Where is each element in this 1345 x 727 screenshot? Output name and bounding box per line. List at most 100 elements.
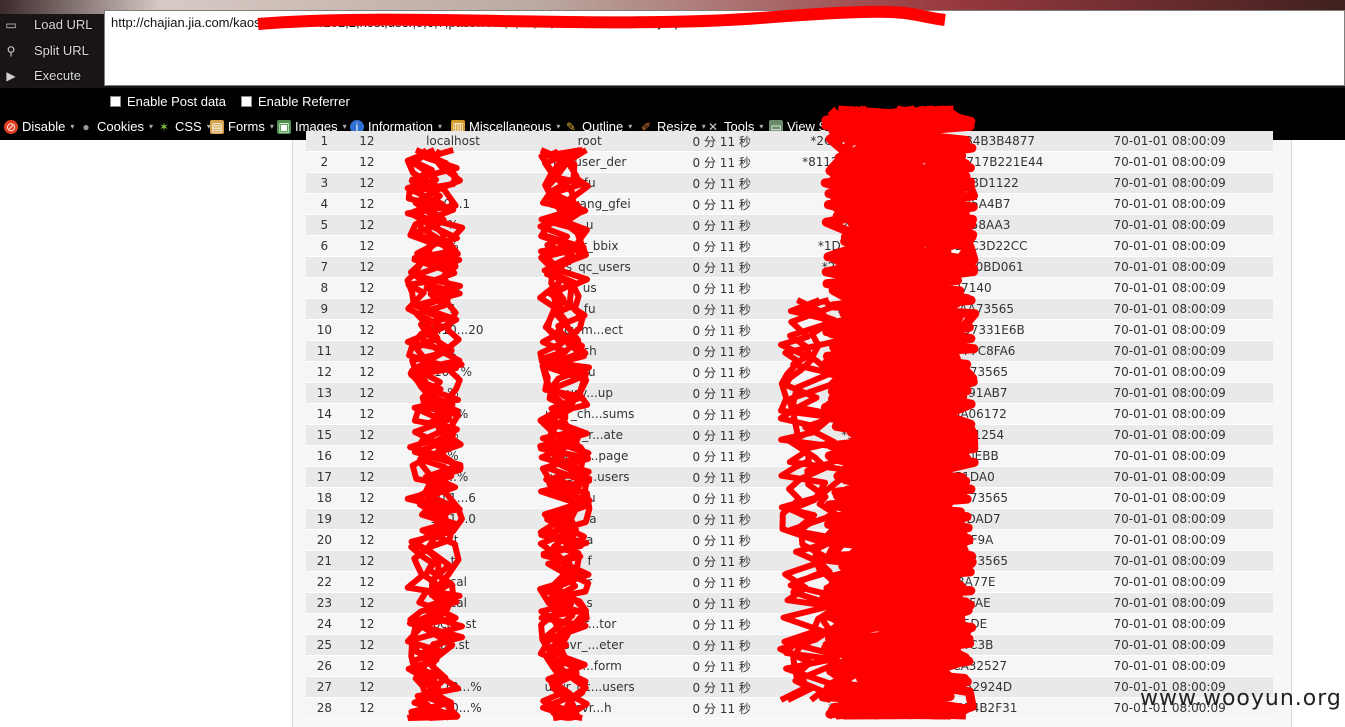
referrer-label: Enable Referrer <box>258 94 350 109</box>
chevron-down-icon: ▾ <box>628 122 633 131</box>
table-row: 24 12 loca...st usvr...tor 0 分 11 秒 *...5770.… <box>306 613 1273 635</box>
cell-pw: *E2...30...CB3482BA77E <box>779 571 1067 593</box>
cell-date: 70-01-01 08:00:09 <box>1066 445 1273 467</box>
table-row: 28 12 10.10...% usvr...h 0 分 11 秒 *B011CA8D..… <box>306 697 1273 719</box>
table-row: 4 12 10...1 un_wang_gfei 0 分 11 秒 *425BDFB37.… <box>306 193 1273 215</box>
cell-id: 28 <box>306 697 343 719</box>
url-textarea[interactable]: http://chajian.jia.com/kaosl... select%2… <box>104 10 1345 86</box>
cell-n: 12 <box>342 676 391 698</box>
cell-pw: *811C6D3C...87D3CA32527 <box>779 655 1067 677</box>
cell-time: 0 分 11 秒 <box>664 298 780 320</box>
cell-time: 0 分 11 秒 <box>664 172 780 194</box>
enable-referrer-checkbox[interactable]: Enable Referrer <box>241 94 350 109</box>
cell-time: 0 分 11 秒 <box>664 592 780 614</box>
enable-post-data-checkbox[interactable]: Enable Post data <box>110 94 226 109</box>
cell-time: 0 分 11 秒 <box>664 235 780 257</box>
cell-id: 18 <box>306 487 343 509</box>
table-row: 22 12 local r 0 分 11 秒 *E2...30...CB3482BA77E… <box>306 571 1273 593</box>
cell-pw: *DB...2...95106937140 <box>779 277 1067 299</box>
cell-id: 4 <box>306 193 343 215</box>
cell-user: uws_qc_users <box>515 256 665 278</box>
cell-user: usvr_qc...users <box>515 676 665 698</box>
cell-n: 12 <box>342 256 391 278</box>
cell-id: 22 <box>306 571 343 593</box>
cell-pw: *1D...49388EA3...F90820C3D22CC <box>779 235 1067 257</box>
table-row: 2 12 un_user_der 0 分 11 秒 *81128B202F0AB...6… <box>306 151 1273 173</box>
toolbar-cookies[interactable]: ● Cookies ▾ <box>79 119 153 134</box>
post-data-checkbox-box[interactable] <box>110 96 121 107</box>
load-url-button[interactable]: ▭ Load URL <box>0 12 104 38</box>
page-content: 1 12 localhost root 0 分 11 秒 *2C2E101F1302E0.… <box>0 131 1345 727</box>
cell-n: 12 <box>342 361 391 383</box>
cell-pw: *3...6399A...9D824DB1254 <box>779 424 1067 446</box>
cell-time: 0 分 11 秒 <box>664 403 780 425</box>
cell-n: 12 <box>342 298 391 320</box>
cell-host: 10.10...% <box>390 676 516 698</box>
cell-date: 70-01-01 08:00:09 <box>1066 466 1273 488</box>
cell-id: 11 <box>306 340 343 362</box>
cell-pw: *28...4C41799...B21E9D70BD061 <box>779 256 1067 278</box>
cell-pw: *425BDFB37...B6648D5A4B7 <box>779 193 1067 215</box>
table-row: 27 12 10.10...% usvr_qc...users 0 分 11 秒 *...… <box>306 676 1273 698</box>
cell-user: f <box>515 550 665 572</box>
cell-user: r <box>515 571 665 593</box>
toolbar-disable[interactable]: ⊘ Disable ▾ <box>4 119 74 134</box>
wooyun-watermark: www.wooyun.org <box>1140 686 1342 711</box>
cell-user: ch <box>515 340 665 362</box>
cell-pw: *FD...C223E...79CBAA73565 <box>779 487 1067 509</box>
cell-n: 12 <box>342 550 391 572</box>
image-icon: ▣ <box>277 119 291 134</box>
cell-id: 8 <box>306 277 343 299</box>
cell-n: 12 <box>342 634 391 656</box>
cell-time: 0 分 11 秒 <box>664 634 780 656</box>
table-row: 26 12 usvr...form 0 分 11 秒 *811C6D3C...87D3C… <box>306 655 1273 677</box>
no-entry-icon: ⊘ <box>4 119 18 134</box>
cell-date: 70-01-01 08:00:09 <box>1066 361 1273 383</box>
cell-time: 0 分 11 秒 <box>664 319 780 341</box>
cell-time: 0 分 11 秒 <box>664 508 780 530</box>
cell-date: 70-01-01 08:00:09 <box>1066 403 1273 425</box>
chevron-down-icon: ▾ <box>342 122 347 131</box>
cell-pw: *43...794...3405BC6DAD7 <box>779 508 1067 530</box>
execute-button[interactable]: ▶ Execute <box>0 63 104 88</box>
cell-time: 0 分 11 秒 <box>664 277 780 299</box>
cell-n: 12 <box>342 382 391 404</box>
cell-n: 12 <box>342 214 391 236</box>
cell-time: 0 分 11 秒 <box>664 340 780 362</box>
execute-icon: ▶ <box>6 69 16 83</box>
cell-host: 10.1...6 <box>390 487 516 509</box>
cell-date: 70-01-01 08:00:09 <box>1066 592 1273 614</box>
cell-id: 23 <box>306 592 343 614</box>
chevron-down-icon: ▾ <box>70 122 75 131</box>
cell-date: 70-01-01 08:00:09 <box>1066 319 1273 341</box>
cell-id: 6 <box>306 235 343 257</box>
cell-date: 70-01-01 08:00:09 <box>1066 131 1273 152</box>
hackbar-panel: ▭ Load URL ⚲ Split URL ▶ Execute http://… <box>0 0 1345 88</box>
referrer-checkbox-box[interactable] <box>241 96 252 107</box>
cell-pw: *E...2B7C0...3D0258F91AB7 <box>779 382 1067 404</box>
cell-date: 70-01-01 08:00:09 <box>1066 508 1273 530</box>
cell-date: 70-01-01 08:00:09 <box>1066 340 1273 362</box>
cell-user: fu <box>515 361 665 383</box>
cell-id: 9 <box>306 298 343 320</box>
table-row: 21 12 t f 0 分 11 秒 *FD...C223E...79CBAA73565 7… <box>306 550 1273 572</box>
cell-host <box>390 172 516 194</box>
cell-host: % <box>390 235 516 257</box>
cell-n: 12 <box>342 319 391 341</box>
cell-n: 12 <box>342 193 391 215</box>
cell-date: 70-01-01 08:00:09 <box>1066 655 1273 677</box>
split-url-button[interactable]: ⚲ Split URL <box>0 38 104 64</box>
toolbar-css[interactable]: ✶ CSS ▾ <box>157 119 211 134</box>
cell-user: ca <box>515 508 665 530</box>
toolbar-forms[interactable]: ▤ Forms ▾ <box>210 119 274 134</box>
cell-user: u <box>515 214 665 236</box>
cell-date: 70-01-01 08:00:09 <box>1066 235 1273 257</box>
cell-n: 12 <box>342 424 391 446</box>
cell-time: 0 分 11 秒 <box>664 487 780 509</box>
cell-date: 70-01-01 08:00:09 <box>1066 193 1273 215</box>
hackbar-options-row: Enable Post data Enable Referrer <box>0 88 1345 114</box>
chevron-down-icon: ▾ <box>269 122 274 131</box>
cell-host: 1 <box>390 256 516 278</box>
load-url-icon: ▭ <box>5 18 17 32</box>
cell-time: 0 分 11 秒 <box>664 382 780 404</box>
